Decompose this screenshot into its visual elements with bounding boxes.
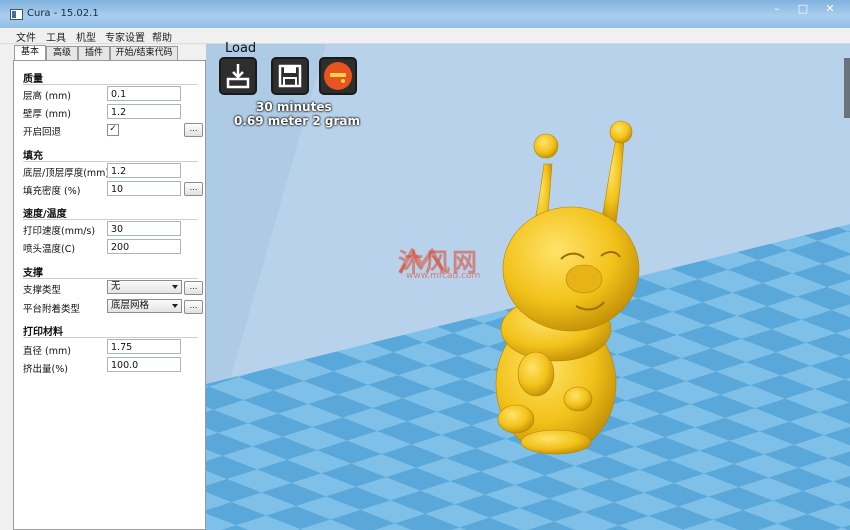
layer-height-input[interactable]: 0.1 <box>107 86 181 101</box>
support-type-select[interactable]: 无 <box>107 280 182 294</box>
flow-input[interactable]: 100.0 <box>107 357 181 372</box>
tab-plugins[interactable]: 插件 <box>78 46 110 61</box>
retraction-label: 开启回退 <box>23 127 62 138</box>
section-title-quality: 质量 <box>23 74 43 85</box>
retraction-checkbox[interactable]: ✓ <box>107 124 119 136</box>
nozzle-temp-input[interactable]: 200 <box>107 239 181 254</box>
fill-more-button[interactable]: ... <box>184 182 203 196</box>
save-button[interactable] <box>271 57 309 95</box>
retraction-more-button[interactable]: ... <box>184 123 203 137</box>
bottom-top-thickness-input[interactable]: 1.2 <box>107 163 181 178</box>
adhesion-type-label: 平台附着类型 <box>23 304 81 315</box>
menu-machine[interactable]: 机型 <box>76 29 96 44</box>
cura-app-icon <box>10 9 23 20</box>
save-icon <box>278 64 302 88</box>
fill-density-label: 填充密度 (%) <box>23 186 81 197</box>
menu-bar: 文件 工具 机型 专家设置 帮助 <box>0 28 850 44</box>
basic-settings-pane: 质量 层高 (mm) 0.1 壁厚 (mm) 1.2 开启回退 ✓ ... 填充… <box>13 60 206 530</box>
flow-label: 挤出量(%) <box>23 364 68 375</box>
support-more-button[interactable]: ... <box>184 281 203 295</box>
menu-file[interactable]: 文件 <box>16 29 36 44</box>
print-speed-input[interactable]: 30 <box>107 221 181 236</box>
watermark-url: www.mfcad.com <box>406 271 481 281</box>
window-title: Cura - 15.02.1 <box>27 8 99 19</box>
divider <box>23 278 198 279</box>
bottom-top-thickness-label: 底层/顶层厚度(mm) <box>23 168 110 179</box>
shell-thickness-input[interactable]: 1.2 <box>107 104 181 119</box>
tab-advanced[interactable]: 高级 <box>46 46 78 61</box>
section-title-filament: 打印材料 <box>23 327 63 338</box>
support-type-label: 支撑类型 <box>23 285 62 296</box>
diameter-input[interactable]: 1.75 <box>107 339 181 354</box>
tab-start-end-gcode[interactable]: 开始/结束代码 <box>110 46 178 61</box>
nozzle-temp-label: 喷头温度(C) <box>23 244 76 255</box>
print-material-text: 0.69 meter 2 gram <box>234 114 361 128</box>
chevron-down-icon <box>172 285 178 289</box>
print-orange-icon <box>324 62 352 90</box>
support-type-value: 无 <box>111 281 121 292</box>
layer-height-label: 层高 (mm) <box>23 91 71 102</box>
divider <box>23 219 198 220</box>
diameter-label: 直径 (mm) <box>23 346 71 357</box>
fill-density-input[interactable]: 10 <box>107 181 181 196</box>
load-icon <box>226 64 250 89</box>
adhesion-type-select[interactable]: 底层网格 <box>107 299 182 313</box>
menu-help[interactable]: 帮助 <box>152 29 172 44</box>
load-label: Load <box>225 41 257 56</box>
window-title-bar: Cura - 15.02.1 – □ ✕ <box>0 0 850 28</box>
print-button[interactable] <box>319 57 357 95</box>
menu-expert[interactable]: 专家设置 <box>105 29 145 44</box>
print-speed-label: 打印速度(mm/s) <box>23 226 96 237</box>
section-title-support: 支撑 <box>23 268 43 279</box>
adhesion-more-button[interactable]: ... <box>184 300 203 314</box>
maximize-icon[interactable]: □ <box>792 0 814 18</box>
divider <box>23 84 198 85</box>
divider <box>23 337 198 338</box>
menu-tools[interactable]: 工具 <box>46 29 66 44</box>
minimize-icon[interactable]: – <box>766 0 788 18</box>
load-button[interactable] <box>219 57 257 95</box>
settings-panel: 基本 高级 插件 开始/结束代码 质量 层高 (mm) 0.1 壁厚 (mm) … <box>0 44 206 530</box>
adhesion-type-value: 底层网格 <box>111 300 150 311</box>
divider <box>23 161 198 162</box>
shell-thickness-label: 壁厚 (mm) <box>23 109 71 120</box>
chevron-down-icon <box>172 304 178 308</box>
section-title-fill: 填充 <box>23 151 43 162</box>
close-icon[interactable]: ✕ <box>816 0 844 18</box>
section-title-speed: 速度/温度 <box>23 209 67 220</box>
print-time-text: 30 minutes <box>256 100 332 114</box>
